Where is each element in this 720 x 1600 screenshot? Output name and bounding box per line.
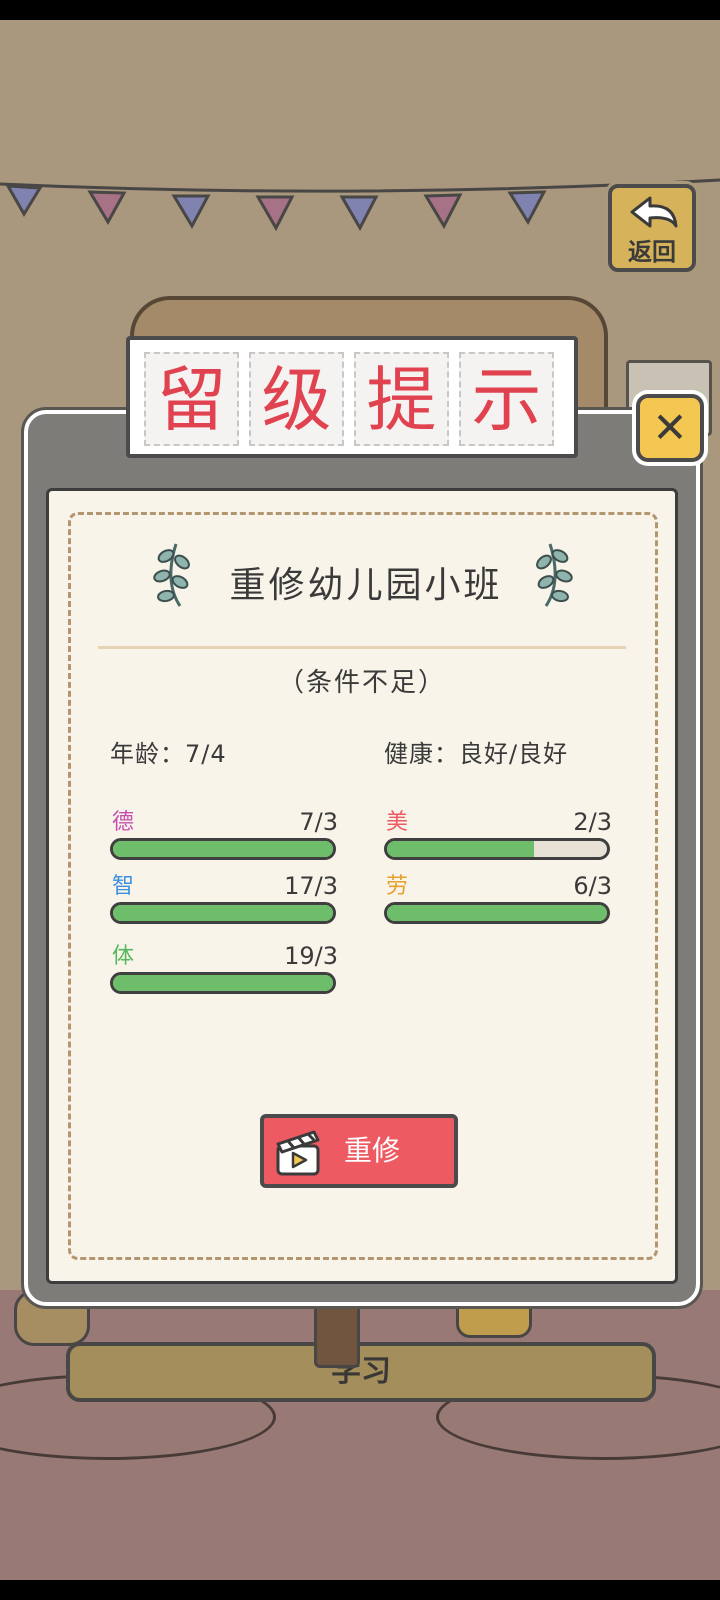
close-button[interactable]: ✕ — [636, 394, 704, 462]
laurel-right-icon — [536, 543, 573, 607]
stat-value: 17/3 — [284, 872, 338, 900]
back-arrow-icon — [630, 196, 678, 228]
title-char: 留 — [144, 352, 239, 446]
top-black-strip — [0, 0, 720, 20]
stat-bar — [384, 902, 610, 924]
title-char: 提 — [354, 352, 449, 446]
bottom-black-strip — [0, 1580, 720, 1600]
age-info: 年龄：7/4 — [110, 740, 227, 768]
clapperboard-icon — [276, 1130, 320, 1176]
dialog-title-banner: 留 级 提 示 — [126, 336, 578, 458]
stat-value: 7/3 — [299, 808, 338, 836]
retake-button[interactable]: 重修 — [260, 1114, 458, 1188]
health-info: 健康：良好/良好 — [384, 740, 569, 768]
stat-name: 美 — [386, 810, 409, 835]
back-label: 返回 — [628, 238, 676, 266]
stat-name: 德 — [112, 810, 135, 835]
stat-value: 6/3 — [573, 872, 612, 900]
stat-name: 劳 — [386, 874, 409, 899]
title-char: 级 — [249, 352, 344, 446]
close-icon: ✕ — [652, 403, 688, 452]
stat-name: 体 — [112, 944, 135, 969]
stat-value: 19/3 — [284, 942, 338, 970]
divider — [98, 646, 626, 649]
stat-bar — [384, 838, 610, 860]
stat-value: 2/3 — [573, 808, 612, 836]
back-button[interactable]: 返回 — [608, 184, 696, 272]
title-char: 示 — [459, 352, 554, 446]
dialog-subtitle: 重修幼儿园小班 — [229, 565, 503, 606]
stat-name: 智 — [112, 874, 135, 899]
game-screen: 学习 返回 留 级 提 示 ✕ 重修幼儿园小班 （条件不足） 年龄：7/4 健康… — [0, 0, 720, 1600]
laurel-left-icon — [153, 543, 190, 607]
stat-bar — [110, 972, 336, 994]
retake-label: 重修 — [344, 1134, 401, 1167]
stat-bar — [110, 838, 336, 860]
condition-note: （条件不足） — [277, 668, 446, 698]
stat-bar — [110, 902, 336, 924]
